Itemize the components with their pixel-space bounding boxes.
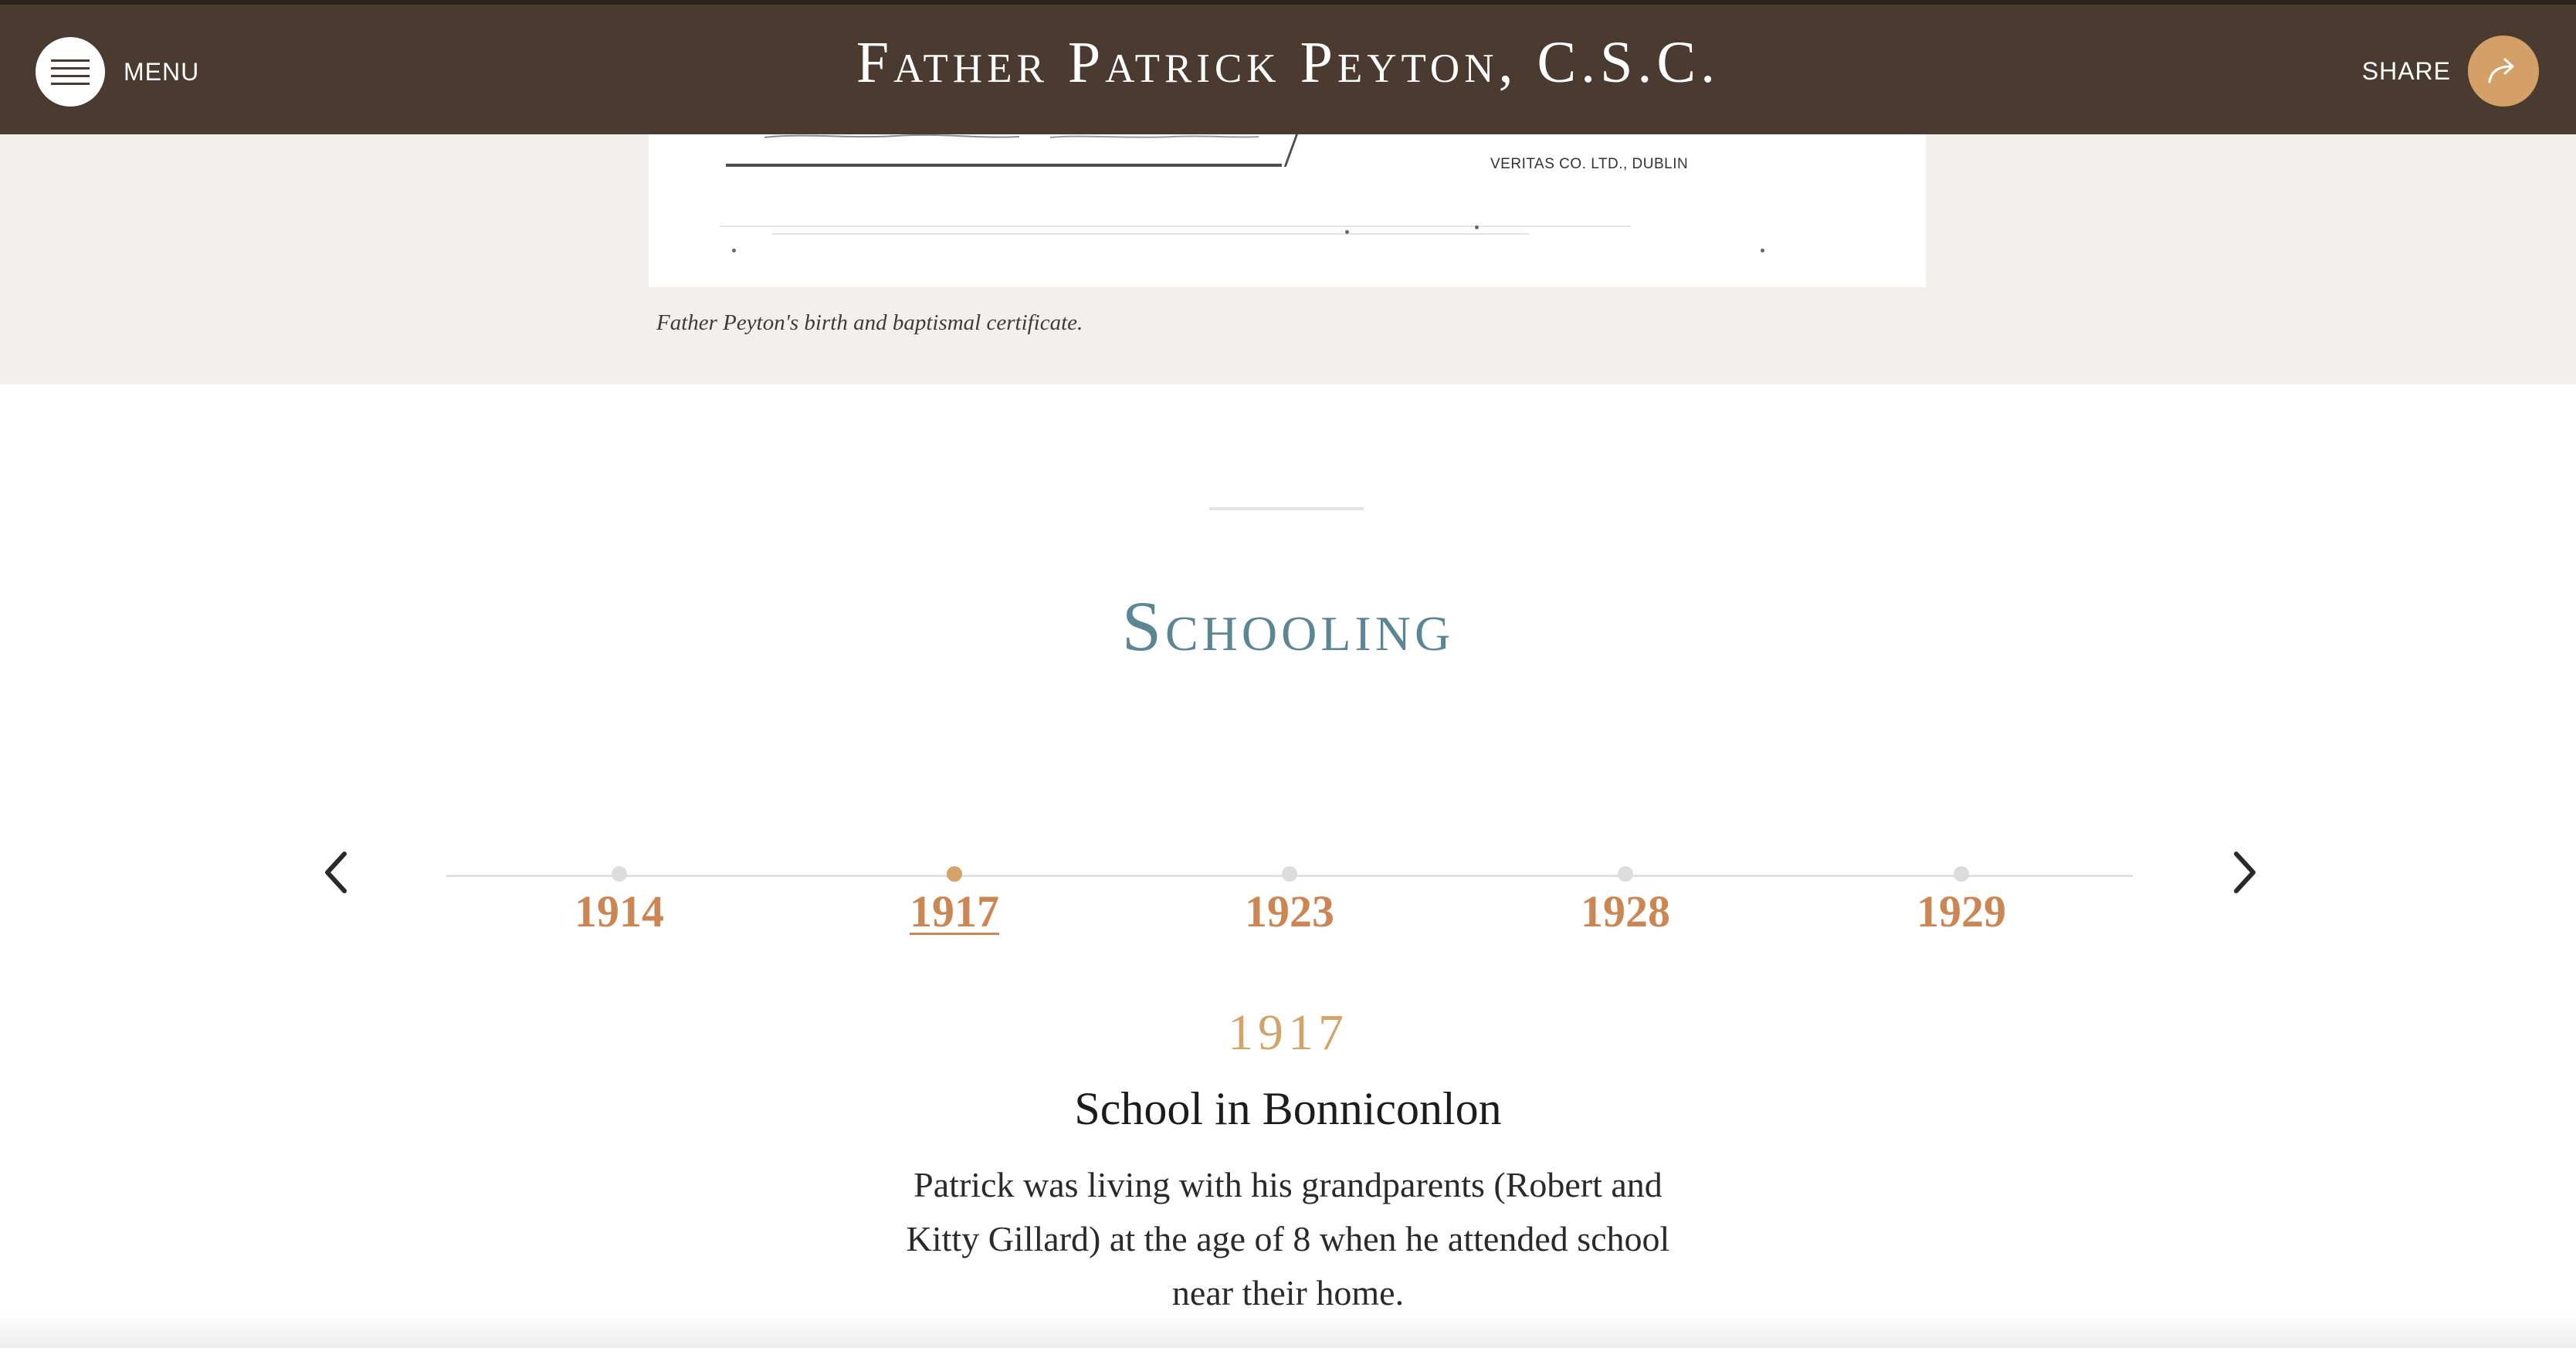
- timeline-item-1928[interactable]: 1928: [1533, 866, 1718, 934]
- timeline-item-1917[interactable]: 1917: [862, 866, 1047, 934]
- timeline-item-1923[interactable]: 1923: [1197, 866, 1382, 934]
- timeline-year[interactable]: 1929: [1869, 889, 2054, 934]
- certificate-image: VERITAS CO. LTD., DUBLIN: [649, 134, 1926, 287]
- timeline-year[interactable]: 1914: [527, 889, 712, 934]
- paper-speck: [1345, 230, 1349, 234]
- image-caption: Father Peyton's birth and baptismal cert…: [656, 310, 1083, 335]
- event-description: Patrick was living with his grandparents…: [906, 1165, 1670, 1312]
- faded-rule: [772, 233, 1529, 235]
- site-header: MENU Father Patrick Peyton, C.S.C. SHARE: [0, 0, 2576, 134]
- bottom-shadow: [0, 1312, 2576, 1348]
- timeline-item-1914[interactable]: 1914: [527, 866, 712, 934]
- paper-speck: [1475, 225, 1479, 229]
- timeline-prev-button[interactable]: [306, 842, 368, 903]
- chevron-left-icon[interactable]: [321, 849, 352, 896]
- share-button[interactable]: SHARE: [2362, 36, 2539, 107]
- printer-imprint: VERITAS CO. LTD., DUBLIN: [1490, 156, 1689, 172]
- signature-line: [726, 164, 1282, 167]
- timeline-dot[interactable]: [1618, 866, 1633, 882]
- timeline-dot-active[interactable]: [947, 866, 962, 882]
- paper-speck: [1761, 249, 1764, 252]
- paper-speck: [732, 249, 736, 252]
- timeline-dot[interactable]: [1954, 866, 1969, 882]
- timeline-year[interactable]: 1928: [1533, 889, 1718, 934]
- timeline-next-button[interactable]: [2213, 842, 2275, 903]
- section-divider: [1209, 507, 1364, 510]
- share-label[interactable]: SHARE: [2362, 57, 2451, 86]
- timeline-year[interactable]: 1923: [1197, 889, 1382, 934]
- timeline-item-1929[interactable]: 1929: [1869, 866, 2054, 934]
- certificate-section: VERITAS CO. LTD., DUBLIN Father Peyton's…: [0, 134, 2576, 384]
- timeline-dot[interactable]: [1282, 866, 1297, 882]
- event-year: 1917: [1228, 1004, 1348, 1061]
- timeline-dot[interactable]: [612, 866, 627, 882]
- chevron-right-icon[interactable]: [2229, 849, 2259, 896]
- event-title: School in Bonniconlon: [1074, 1083, 1502, 1134]
- share-arrow-icon[interactable]: [2468, 36, 2539, 107]
- timeline-year-active[interactable]: 1917: [862, 889, 1047, 934]
- header-top-border: [0, 0, 2576, 5]
- site-title[interactable]: Father Patrick Peyton, C.S.C.: [0, 29, 2576, 97]
- faded-rule: [720, 225, 1631, 227]
- section-title: Schooling: [1121, 587, 1455, 666]
